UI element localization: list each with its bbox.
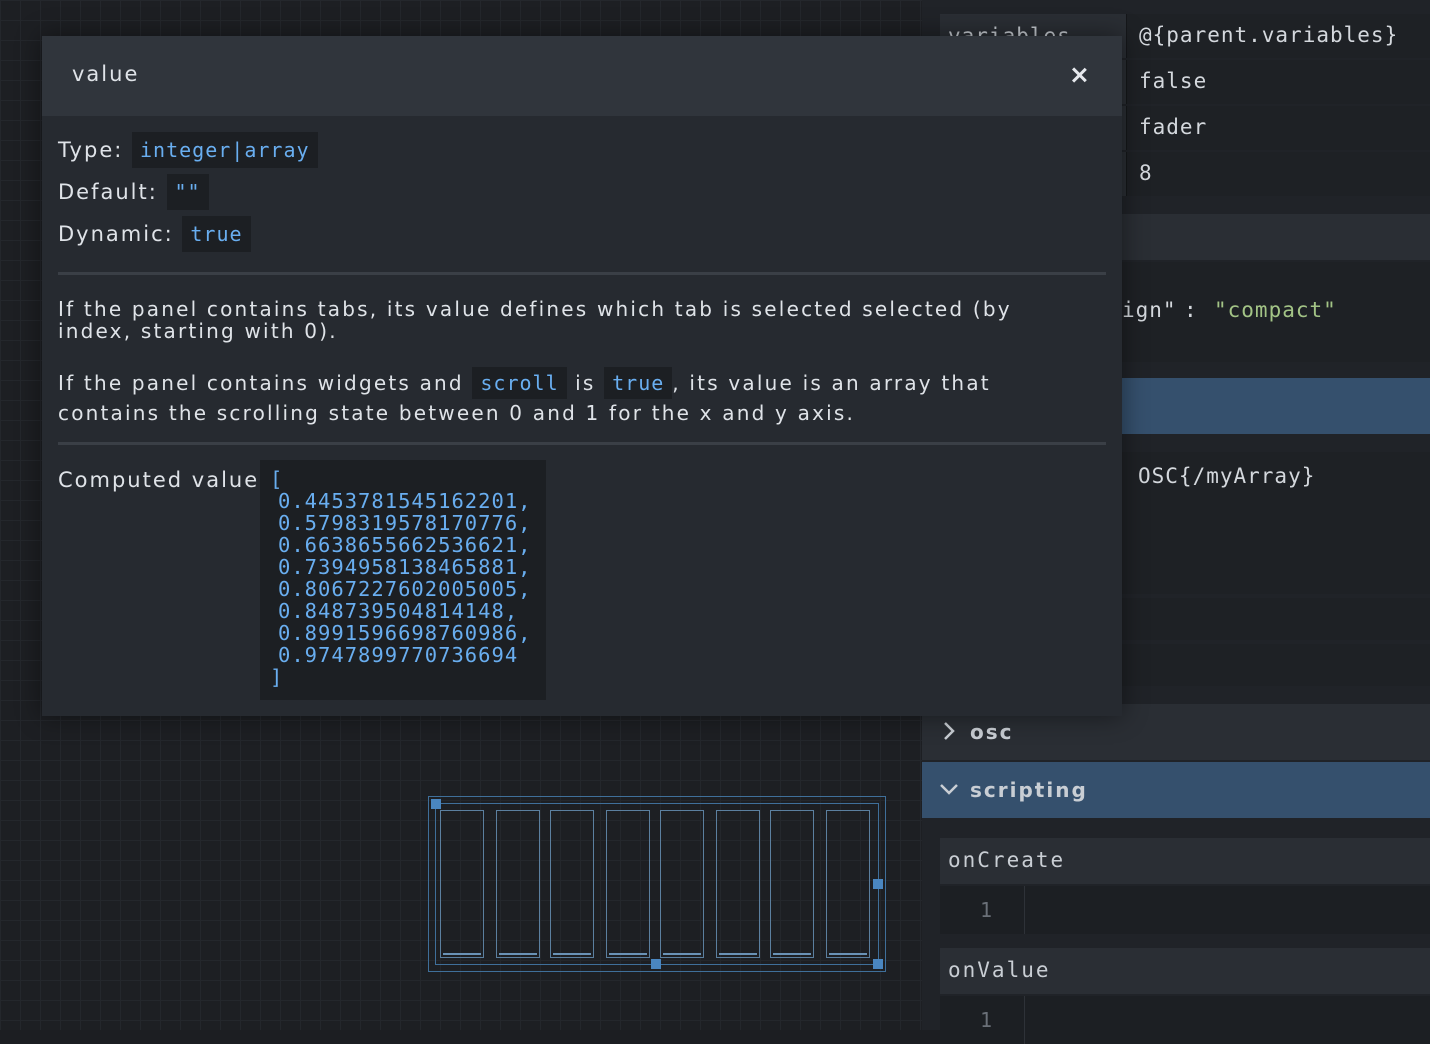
description-tabs: If the panel contains tabs, its value de… — [58, 297, 1012, 343]
modal-header: value — [42, 36, 1122, 116]
fader-1[interactable] — [440, 810, 484, 958]
dynamic-label: Dynamic: — [58, 222, 174, 246]
fader-2[interactable] — [496, 810, 540, 958]
fader-7[interactable] — [770, 810, 814, 958]
description-scroll: If the panel contains widgets and scroll… — [58, 367, 1092, 428]
type-value: integer|array — [132, 132, 318, 168]
section-label: osc — [970, 720, 1014, 744]
resize-handle-right[interactable] — [873, 879, 883, 889]
array-item: 0.5798319578170776, — [278, 511, 532, 535]
script-editor-oncreate[interactable]: 1 — [940, 886, 1430, 934]
array-item: 0.7394958138465881, — [278, 555, 532, 579]
array-item: 0.6638655662536621, — [278, 533, 532, 557]
close-icon[interactable] — [1062, 58, 1096, 92]
modal-title: value — [72, 62, 140, 86]
array-item: 0.848739504814148, — [278, 599, 519, 623]
section-label: scripting — [970, 778, 1088, 802]
type-line: Type: integer|array — [58, 132, 318, 168]
fader-4[interactable] — [606, 810, 650, 958]
resize-handle-bottom[interactable] — [651, 959, 661, 969]
inline-code-scroll: scroll — [472, 367, 567, 399]
fader-multi-widget[interactable] — [428, 796, 886, 972]
property-value[interactable] — [1122, 598, 1430, 640]
script-label-oncreate: onCreate — [940, 838, 1430, 884]
address-value: OSC{/myArray} — [1138, 464, 1316, 488]
css-value: "compact" — [1214, 298, 1337, 322]
divider — [58, 442, 1106, 445]
property-value[interactable]: false — [1126, 60, 1430, 104]
fader-6[interactable] — [716, 810, 760, 958]
property-value[interactable]: fader — [1126, 106, 1430, 150]
array-open: [ — [270, 467, 284, 491]
resize-handle-bottom-right[interactable] — [873, 959, 883, 969]
inline-code-true: true — [604, 367, 673, 399]
array-item: 0.8067227602005005, — [278, 577, 532, 601]
dynamic-line: Dynamic: true — [58, 216, 251, 252]
array-item: 0.4453781545162201, — [278, 489, 532, 513]
default-label: Default: — [58, 180, 158, 204]
computed-label: Computed value: — [58, 468, 269, 492]
css-colon: : — [1184, 298, 1198, 322]
array-item: 0.8991596698760986, — [278, 621, 532, 645]
line-number: 1 — [980, 898, 993, 922]
chevron-down-icon — [940, 784, 958, 795]
fader-8[interactable] — [826, 810, 870, 958]
description-text: is — [575, 371, 596, 395]
widget-frame — [435, 803, 879, 965]
fader-3[interactable] — [550, 810, 594, 958]
resize-handle-top-left[interactable] — [431, 799, 441, 809]
script-editor-onvalue[interactable]: 1 — [940, 996, 1430, 1044]
line-number: 1 — [980, 1008, 993, 1032]
default-line: Default: "" — [58, 174, 209, 210]
property-help-modal: value Type: integer|array Default: "" Dy… — [42, 36, 1122, 716]
type-label: Type: — [58, 138, 124, 162]
property-value[interactable]: 8 — [1126, 152, 1430, 196]
property-value-variables[interactable]: @{parent.variables} — [1126, 14, 1430, 58]
default-value: "" — [166, 174, 209, 210]
css-key: ign" — [1122, 298, 1177, 322]
array-close: ] — [270, 665, 284, 689]
divider — [58, 272, 1106, 275]
css-editor[interactable]: ign" : "compact" — [1122, 262, 1430, 362]
chevron-right-icon — [944, 722, 955, 740]
array-item: 0.9747899770736694 — [278, 643, 519, 667]
description-text: If the panel contains widgets and — [58, 371, 464, 395]
property-value[interactable] — [1122, 644, 1430, 686]
section-scripting[interactable]: scripting — [922, 762, 1430, 818]
computed-value: [ 0.4453781545162201, 0.5798319578170776… — [260, 460, 546, 700]
script-label: onCreate — [948, 848, 1066, 872]
address-field[interactable]: OSC{/myArray} — [1122, 452, 1430, 594]
script-label: onValue — [948, 958, 1051, 982]
script-label-onvalue: onValue — [940, 948, 1430, 994]
fader-5[interactable] — [660, 810, 704, 958]
dynamic-value: true — [182, 216, 251, 252]
